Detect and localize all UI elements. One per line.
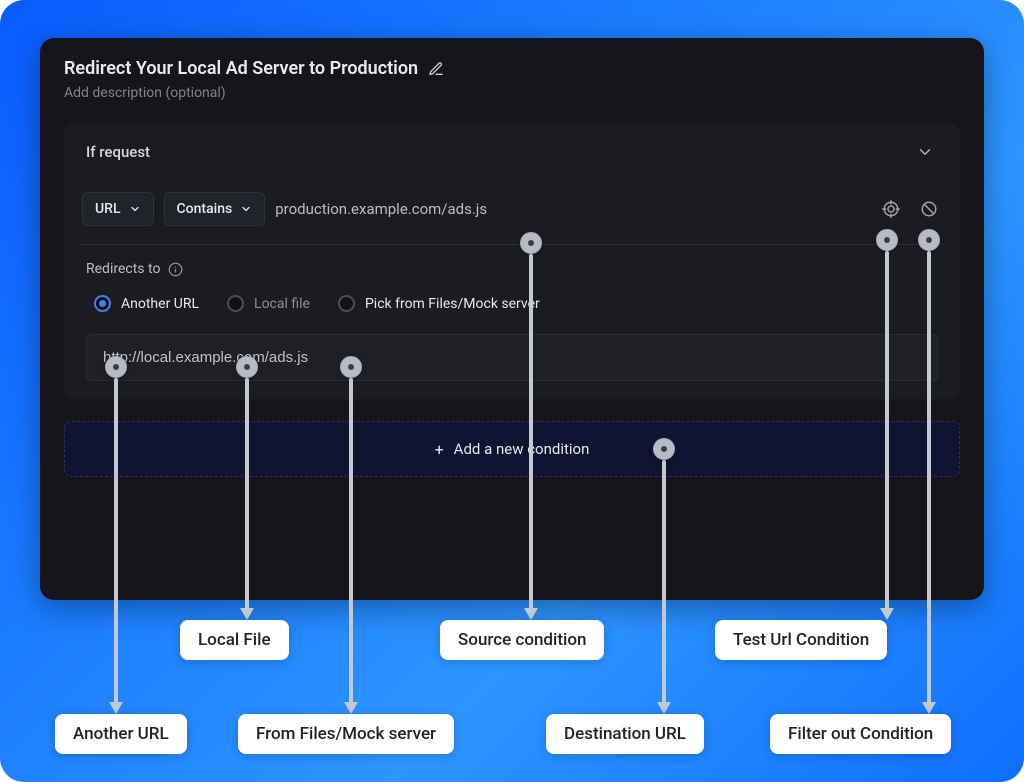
plus-icon: + <box>435 440 444 459</box>
operator-label: Contains <box>177 201 233 217</box>
section-header-label: If request <box>86 143 150 161</box>
exclude-icon <box>920 200 938 218</box>
radio-label-another-url: Another URL <box>121 296 199 312</box>
if-request-section: If request URL Contains production.examp… <box>64 123 960 399</box>
field-type-select[interactable]: URL <box>82 192 154 226</box>
radio-indicator <box>227 295 244 312</box>
redirects-label: Redirects to <box>86 261 160 277</box>
source-url-input[interactable]: production.example.com/ads.js <box>275 200 868 218</box>
chevron-down-icon <box>916 143 934 161</box>
condition-row: URL Contains production.example.com/ads.… <box>82 192 942 245</box>
radio-label-local-file: Local file <box>254 296 310 312</box>
operator-select[interactable]: Contains <box>164 192 266 226</box>
target-icon <box>882 200 900 218</box>
redirect-type-radio-group: Another URL Local file Pick from Files/M… <box>94 295 930 312</box>
rule-title: Redirect Your Local Ad Server to Product… <box>64 58 418 79</box>
filter-out-button[interactable] <box>916 196 942 222</box>
destination-url-input[interactable] <box>86 334 938 381</box>
redirects-info-icon[interactable] <box>168 262 183 277</box>
radio-local-file[interactable]: Local file <box>227 295 310 312</box>
rule-editor-panel: Redirect Your Local Ad Server to Product… <box>40 38 984 600</box>
chevron-down-icon <box>129 203 141 215</box>
add-condition-label: Add a new condition <box>454 440 590 458</box>
radio-indicator <box>338 295 355 312</box>
radio-label-mock-server: Pick from Files/Mock server <box>365 296 540 312</box>
test-url-button[interactable] <box>878 196 904 222</box>
add-condition-button[interactable]: + Add a new condition <box>64 421 960 477</box>
collapse-toggle[interactable] <box>912 139 938 165</box>
radio-indicator <box>94 295 111 312</box>
edit-title-icon[interactable] <box>428 61 444 77</box>
chevron-down-icon <box>240 203 252 215</box>
rule-description-placeholder[interactable]: Add description (optional) <box>64 85 960 101</box>
field-type-label: URL <box>95 201 121 217</box>
radio-another-url[interactable]: Another URL <box>94 295 199 312</box>
radio-mock-server[interactable]: Pick from Files/Mock server <box>338 295 540 312</box>
